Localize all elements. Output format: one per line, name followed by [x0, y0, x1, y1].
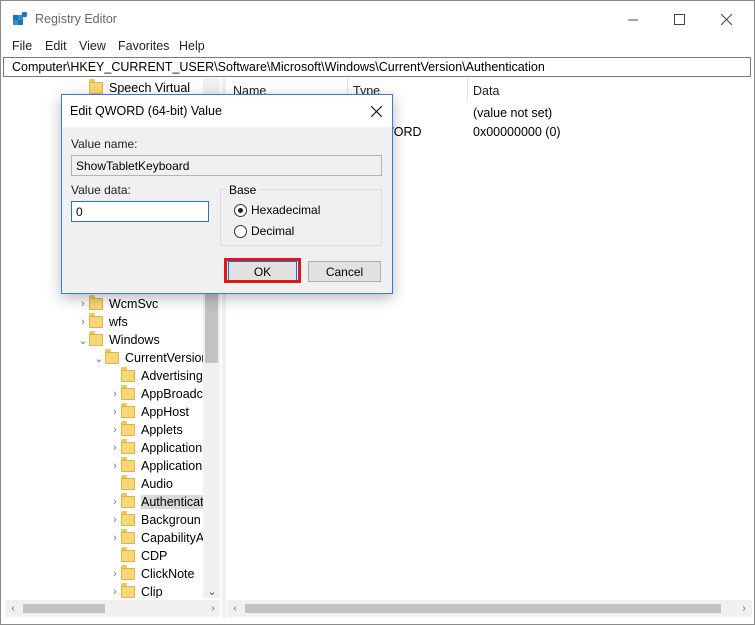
folder-icon	[105, 349, 119, 364]
tree-item[interactable]: › AppBroadc	[109, 385, 203, 403]
chevron-right-icon[interactable]: ›	[77, 313, 89, 331]
folder-icon	[121, 565, 135, 580]
tree-item[interactable]: › ClickNote	[109, 565, 195, 583]
address-bar[interactable]: Computer\HKEY_CURRENT_USER\Software\Micr…	[3, 57, 751, 77]
scroll-right-arrow-icon[interactable]: ›	[737, 601, 751, 616]
tree-item[interactable]: › Clip	[109, 583, 163, 598]
chevron-down-icon[interactable]: ⌄	[77, 331, 89, 349]
maximize-icon	[674, 13, 685, 25]
tree-item[interactable]: ⌄ Windows	[77, 331, 160, 349]
chevron-right-icon[interactable]: ›	[109, 583, 121, 598]
column-header-data[interactable]: Data	[473, 84, 499, 98]
chevron-right-icon[interactable]: ›	[109, 421, 121, 439]
folder-icon	[121, 457, 135, 472]
window-title: Registry Editor	[35, 12, 117, 26]
dialog-title: Edit QWORD (64-bit) Value	[70, 104, 222, 118]
list-hscroll-thumb[interactable]	[245, 604, 721, 613]
scroll-left-arrow-icon[interactable]: ‹	[228, 601, 242, 616]
value-data-input[interactable]: 0	[71, 201, 209, 222]
title-bar: Registry Editor	[1, 1, 754, 37]
registry-editor-icon	[13, 12, 28, 25]
tree-scroll-thumb[interactable]	[205, 283, 218, 363]
folder-icon	[121, 529, 135, 544]
tree-item[interactable]: › CapabilityA	[109, 529, 204, 547]
folder-icon	[121, 403, 135, 418]
cancel-button[interactable]: Cancel	[308, 261, 381, 282]
chevron-right-icon[interactable]: ›	[109, 457, 121, 475]
minimize-button[interactable]	[611, 5, 656, 33]
close-icon	[370, 105, 382, 117]
chevron-right-icon[interactable]: ›	[109, 529, 121, 547]
folder-icon	[89, 313, 103, 328]
menu-view[interactable]: View	[79, 39, 106, 53]
registry-editor-window: Registry Editor File Edit View Favorites…	[0, 0, 755, 625]
ok-highlight-annotation	[224, 258, 301, 283]
scroll-right-arrow-icon[interactable]: ›	[206, 601, 220, 616]
dialog-close-button[interactable]	[365, 101, 387, 121]
hexadecimal-radio[interactable]: Hexadecimal	[234, 203, 320, 217]
chevron-right-icon[interactable]: ›	[109, 439, 121, 457]
chevron-right-icon[interactable]: ›	[77, 295, 89, 313]
tree-item-selected[interactable]: › Authenticat	[109, 493, 204, 511]
scroll-left-arrow-icon[interactable]: ‹	[6, 601, 20, 616]
tree-item[interactable]: Advertising	[109, 367, 203, 385]
menu-bar: File Edit View Favorites Help	[1, 37, 754, 57]
folder-icon	[121, 421, 135, 436]
folder-icon	[121, 439, 135, 454]
folder-icon	[121, 511, 135, 526]
scroll-down-arrow-icon[interactable]: ⌄	[204, 584, 220, 598]
tree-item[interactable]: › Application	[109, 439, 202, 457]
column-separator[interactable]	[467, 78, 468, 102]
close-button[interactable]	[704, 5, 749, 33]
dialog-title-bar: Edit QWORD (64-bit) Value	[62, 95, 392, 127]
hexadecimal-label: Hexadecimal	[251, 203, 321, 217]
close-icon	[721, 13, 732, 25]
base-group-title: Base	[226, 183, 260, 197]
folder-icon	[121, 547, 135, 562]
radio-checked-icon[interactable]	[234, 203, 247, 217]
folder-icon	[89, 295, 103, 310]
tree-item[interactable]: › AppHost	[109, 403, 189, 421]
chevron-right-icon[interactable]: ›	[109, 511, 121, 529]
menu-help[interactable]: Help	[179, 39, 205, 53]
value-name-field: ShowTabletKeyboard	[71, 155, 382, 176]
chevron-right-icon[interactable]: ›	[109, 565, 121, 583]
tree-item[interactable]: › WcmSvc	[77, 295, 158, 313]
value-name-label: Value name:	[71, 137, 138, 151]
value-data-label: Value data:	[71, 183, 131, 197]
chevron-right-icon[interactable]: ›	[109, 403, 121, 421]
chevron-right-icon[interactable]: ›	[109, 493, 121, 511]
edit-qword-dialog: Edit QWORD (64-bit) Value Value name: Sh…	[61, 94, 393, 294]
tree-item[interactable]: › Application	[109, 457, 202, 475]
menu-file[interactable]: File	[12, 39, 32, 53]
tree-item[interactable]: CDP	[109, 547, 167, 565]
chevron-down-icon[interactable]: ⌄	[93, 349, 105, 367]
folder-icon	[121, 385, 135, 400]
chevron-right-icon[interactable]: ›	[109, 385, 121, 403]
tree-item[interactable]: › Backgroun	[109, 511, 201, 529]
folder-icon	[121, 493, 135, 508]
tree-item[interactable]: Audio	[109, 475, 173, 493]
menu-edit[interactable]: Edit	[45, 39, 67, 53]
decimal-label: Decimal	[251, 224, 295, 238]
folder-icon	[121, 475, 135, 490]
radio-unchecked-icon[interactable]	[234, 224, 247, 238]
tree-item[interactable]: ⌄ CurrentVersion	[93, 349, 208, 367]
minimize-icon	[628, 19, 638, 20]
folder-icon	[121, 583, 135, 598]
folder-icon	[89, 331, 103, 346]
tree-item[interactable]: › wfs	[77, 313, 128, 331]
row-data: 0x00000000 (0)	[473, 125, 561, 139]
folder-icon	[121, 367, 135, 382]
row-data: (value not set)	[473, 106, 553, 120]
menu-favorites[interactable]: Favorites	[118, 39, 169, 53]
maximize-button[interactable]	[657, 5, 702, 33]
tree-hscroll-thumb[interactable]	[23, 604, 105, 613]
tree-item[interactable]: › Applets	[109, 421, 183, 439]
decimal-radio[interactable]: Decimal	[234, 224, 294, 238]
folder-icon	[89, 79, 103, 94]
